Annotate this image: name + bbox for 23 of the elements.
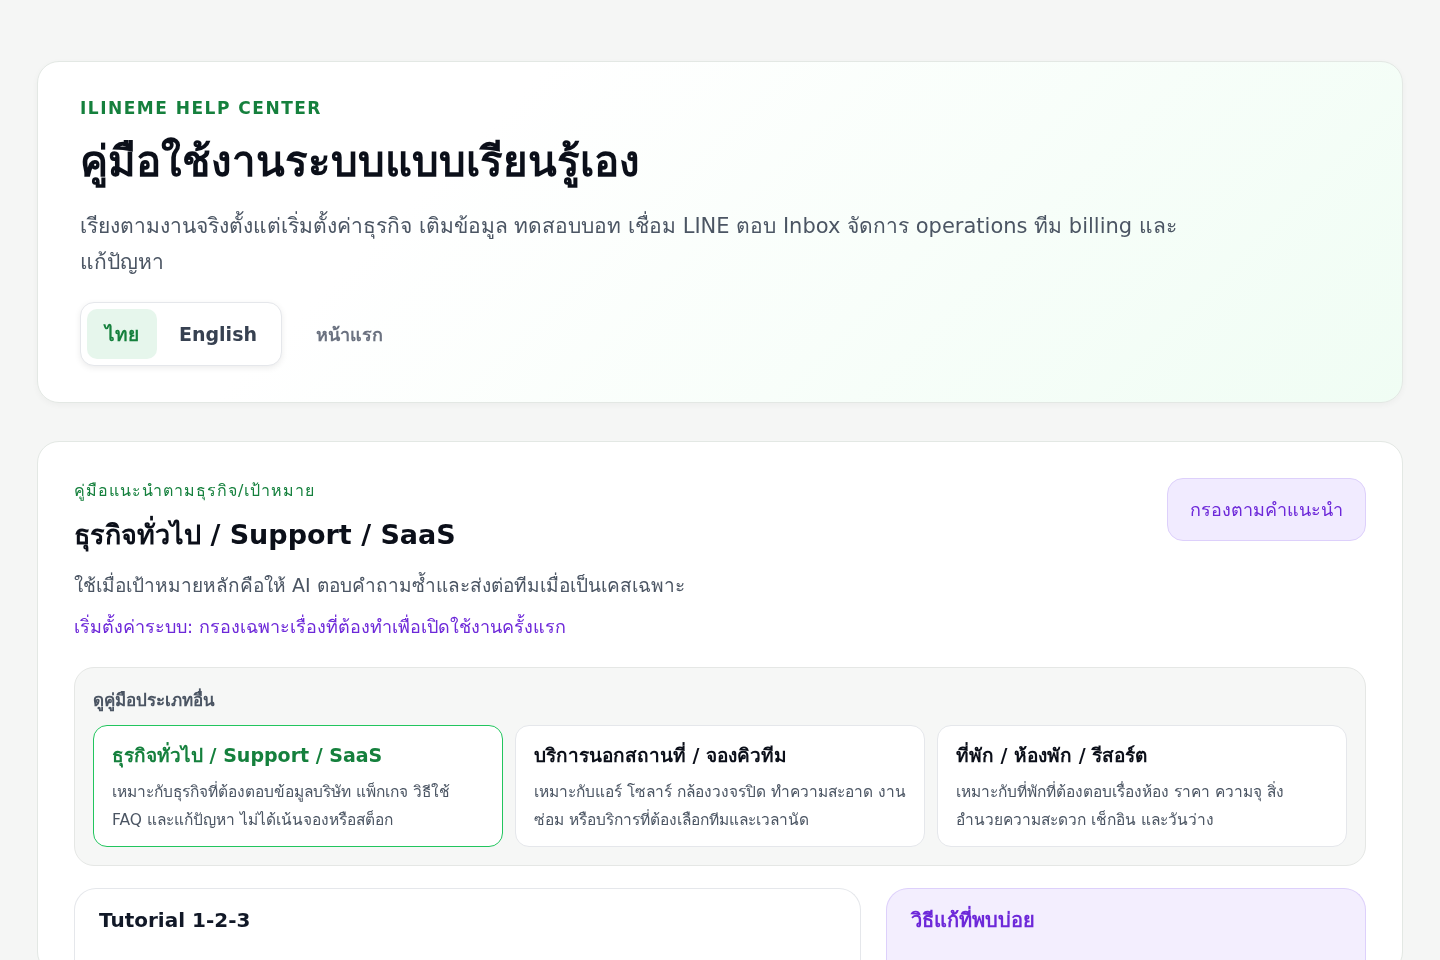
page-description: เรียงตามงานจริงตั้งแต่เริ่มตั้งค่าธุรกิจ เติมข้อมูล ทดสอบบอท เชื่อม LINE ตอบ Inbox จัดการ operations ทีม billing และแก้ปัญหา bbox=[80, 208, 1200, 280]
section-description: ใช้เมื่อเป้าหมายหลักคือให้ AI ตอบคำถามซ้ำและส่งต่อทีมเมื่อเป็นเคสเฉพาะ bbox=[74, 571, 685, 598]
section-title: ธุรกิจทั่วไป / Support / SaaS bbox=[74, 513, 685, 556]
page-title: คู่มือใช้งานระบบแบบเรียนรู้เอง bbox=[80, 136, 641, 190]
language-tab[interactable]: ไทย bbox=[87, 309, 157, 359]
type-title: ธุรกิจทั่วไป / Support / SaaS bbox=[112, 741, 384, 770]
panel-title: Tutorial 1-2-3 bbox=[99, 907, 252, 933]
type-description: เหมาะกับแอร์ โซลาร์ กล้องวงจรปิด ทำความสะอาด งานซ่อม หรือบริการที่ต้องเลือกทีมและเวลานัด bbox=[534, 782, 906, 831]
guide-type-card[interactable]: ธุรกิจทั่วไป / Support / SaaS เหมาะกับธุรกิจที่ต้องตอบข้อมูลบริษัท แพ็กเกจ วิธีใช้ FAQ และแก้ปัญหา ไม่ได้เน้นจองหรือสต็อก bbox=[93, 725, 503, 847]
guide-type-card[interactable]: ที่พัก / ห้องพัก / รีสอร์ต เหมาะกับที่พักที่ต้องตอบเรื่องห้อง ราคา ความจุ สิ่งอำนวยความสะดวก เช็กอิน และวันว่าง bbox=[937, 725, 1347, 847]
eyebrow-label: ILINEME HELP CENTER bbox=[80, 98, 323, 118]
panel-title: วิธีแก้ที่พบบ่อย bbox=[911, 907, 1036, 933]
type-title: ที่พัก / ห้องพัก / รีสอร์ต bbox=[956, 741, 1149, 768]
filter-button[interactable]: กรองตามคำแนะนำ bbox=[1167, 478, 1366, 541]
section-eyebrow: คู่มือแนะนำตามธุรกิจ/เป้าหมาย bbox=[74, 480, 317, 503]
type-description: เหมาะกับธุรกิจที่ต้องตอบข้อมูลบริษัท แพ็กเกจ วิธีใช้ FAQ และแก้ปัญหา ไม่ได้เน้นจองหรือสต็อก bbox=[112, 780, 451, 831]
language-tab[interactable]: English bbox=[161, 309, 275, 359]
type-description: เหมาะกับที่พักที่ต้องตอบเรื่องห้อง ราคา ความจุ สิ่งอำนวยความสะดวก เช็กอิน และวันว่าง bbox=[956, 780, 1285, 831]
setup-link[interactable]: เริ่มตั้งค่าระบบ: กรองเฉพาะเรื่องที่ต้องทำเพื่อเปิดใช้งานครั้งแรก bbox=[74, 612, 566, 641]
type-title: บริการนอกสถานที่ / จองคิวทีม bbox=[534, 741, 789, 768]
panel-label: ดูคู่มือประเภทอื่น bbox=[93, 687, 216, 713]
home-link[interactable]: หน้าแรก bbox=[315, 319, 383, 349]
guide-type-card[interactable]: บริการนอกสถานที่ / จองคิวทีม เหมาะกับแอร์ โซลาร์ กล้องวงจรปิด ทำความสะอาด งานซ่อม หรือบริการที่ต้องเลือกทีมและเวลานัด bbox=[515, 725, 925, 847]
